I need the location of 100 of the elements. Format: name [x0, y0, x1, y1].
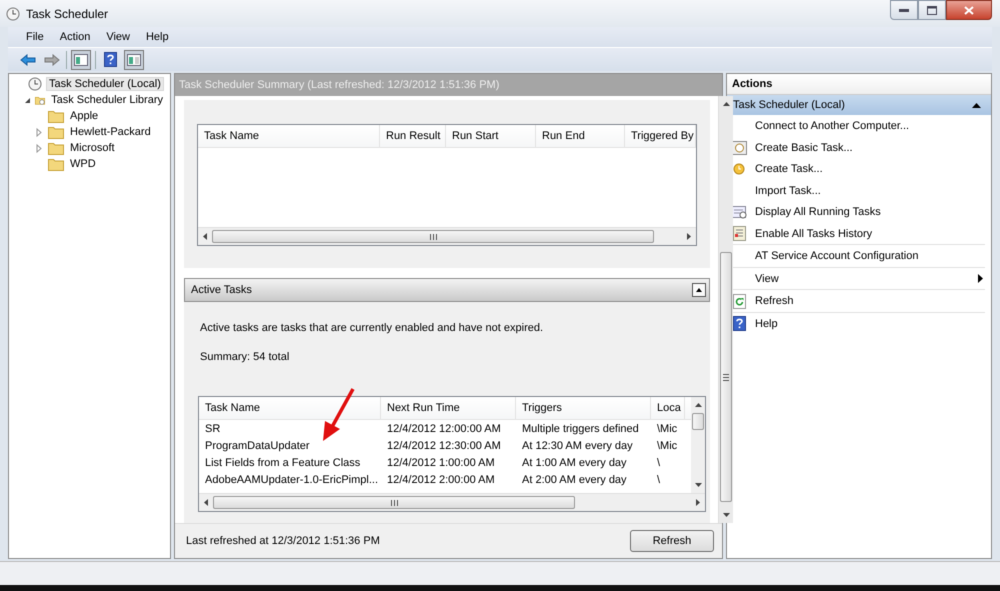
column-header[interactable]: Run Result — [380, 125, 446, 148]
table-cell-text: 12/4/2012 2:00:00 AM — [386, 474, 496, 486]
minimize-icon — [899, 8, 909, 12]
table-cell-text: AdobeAAMUpdater-1.0-EricPimpl... — [204, 474, 380, 486]
tree-item[interactable]: Task Scheduler Library — [49, 94, 165, 106]
vertical-scrollbar[interactable] — [691, 397, 705, 494]
history-list-icon — [732, 226, 746, 242]
column-header[interactable]: Next Run Time — [381, 397, 516, 420]
table-cell-text: List Fields from a Feature Class — [204, 456, 362, 469]
actions-pane-link[interactable]: Refresh — [755, 295, 794, 308]
column-header[interactable]: Run Start — [446, 125, 536, 148]
menu-item[interactable]: View — [98, 31, 138, 44]
column-header[interactable]: Loca — [651, 397, 685, 420]
horizontal-scrollbar[interactable] — [198, 227, 696, 246]
collapse-triangle-icon — [696, 288, 702, 292]
clock-icon — [733, 163, 745, 176]
close-icon — [964, 6, 974, 14]
scroll-right-icon[interactable] — [687, 233, 691, 240]
collapsed-triangle-icon[interactable] — [36, 128, 42, 137]
actions-pane-link[interactable]: Import Task... — [755, 184, 821, 197]
grip-icon — [723, 374, 729, 381]
table-cell-text: 12/4/2012 12:00:00 AM — [386, 422, 502, 435]
tree-item[interactable]: WPD — [68, 158, 98, 170]
folder-icon — [48, 110, 64, 123]
actions-section-header[interactable]: Task Scheduler (Local) — [727, 95, 991, 116]
column-header[interactable]: Triggered By — [625, 125, 696, 148]
pane-title: Task Scheduler Summary (Last refreshed: 12/3/2012 1:51:36 PM) — [175, 74, 722, 96]
help-icon — [732, 316, 746, 332]
menu-item[interactable]: Help — [138, 31, 177, 44]
section-title: Active Tasks — [191, 284, 252, 296]
actions-pane-link[interactable]: Connect to Another Computer... — [755, 120, 910, 132]
menu-item[interactable]: Action — [52, 31, 98, 44]
actions-pane-link[interactable]: Create Basic Task... — [755, 142, 853, 154]
scroll-down-icon[interactable] — [694, 483, 702, 488]
clock-window-icon — [732, 140, 746, 155]
tree-item[interactable]: Microsoft — [68, 142, 117, 154]
table-cell-text: At 12:30 AM every day — [521, 440, 634, 452]
window-title: Task Scheduler — [26, 6, 108, 21]
submenu-arrow-icon — [978, 274, 983, 284]
grip-icon — [390, 500, 398, 506]
actions-pane-link[interactable]: Display All Running Tasks — [755, 206, 881, 218]
maximize-icon — [927, 6, 937, 14]
collapsed-triangle-icon[interactable] — [36, 144, 42, 153]
scrollbar-thumb[interactable] — [212, 230, 654, 244]
help-icon — [104, 52, 116, 68]
pane-icon — [127, 54, 141, 66]
scrollbar-thumb[interactable] — [720, 252, 732, 502]
table-cell-text: SR — [204, 422, 222, 435]
folder-icon — [48, 142, 64, 155]
scroll-up-icon[interactable] — [722, 102, 730, 106]
scroll-left-icon[interactable] — [203, 233, 207, 240]
scrollbar-thumb[interactable] — [692, 413, 704, 430]
actions-pane-link[interactable]: Enable All Tasks History — [755, 228, 872, 240]
back-arrow-icon — [20, 54, 36, 66]
toolbar-button[interactable] — [71, 50, 91, 70]
clock-icon — [28, 77, 42, 92]
collapse-triangle-icon[interactable] — [972, 102, 981, 108]
expanded-triangle-icon[interactable] — [24, 96, 31, 104]
summary-text: Summary: 54 total — [199, 350, 290, 364]
description-text: Active tasks are tasks that are currently enabled and have not expired. — [199, 321, 544, 334]
maximize-button[interactable] — [918, 0, 946, 20]
task-list-clock-icon — [732, 206, 746, 219]
grip-icon — [430, 234, 436, 240]
app-clock-icon — [6, 6, 20, 21]
minimize-button[interactable] — [890, 0, 918, 20]
tree-item[interactable]: Task Scheduler (Local) — [46, 77, 164, 92]
table-cell-text: At 1:00 AM every day — [521, 456, 628, 469]
column-header[interactable]: Task Name — [199, 397, 381, 420]
table-cell-text: At 2:00 AM every day — [521, 474, 628, 486]
column-header[interactable]: Triggers — [516, 397, 651, 420]
close-button[interactable] — [946, 0, 992, 20]
actions-pane-link[interactable]: View — [755, 272, 779, 285]
table-cell-text: \Mic — [656, 440, 678, 452]
horizontal-scrollbar[interactable] — [199, 493, 705, 512]
scroll-up-icon[interactable] — [694, 403, 702, 408]
toolbar-button[interactable] — [124, 50, 144, 70]
scroll-down-icon[interactable] — [722, 513, 730, 518]
actions-pane-link[interactable]: Create Task... — [755, 163, 823, 176]
folder-icon — [48, 126, 64, 139]
actions-pane-link[interactable]: AT Service Account Configuration — [755, 250, 918, 262]
column-header[interactable]: Run End — [536, 125, 625, 148]
actions-pane-link[interactable]: Help — [755, 318, 778, 330]
column-header[interactable]: Task Name — [198, 125, 380, 148]
tree-item[interactable]: Hewlett-Packard — [68, 126, 153, 138]
forward-arrow-icon — [44, 54, 60, 66]
scroll-right-icon[interactable] — [696, 499, 700, 506]
table-cell-text: \ — [656, 456, 662, 469]
scroll-left-icon[interactable] — [204, 499, 208, 506]
table-cell-text: ProgramDataUpdater — [204, 440, 311, 452]
refresh-icon — [732, 294, 746, 309]
tree-item[interactable]: Apple — [68, 110, 100, 122]
section-header[interactable]: Active Tasks — [184, 278, 710, 302]
vertical-scrollbar[interactable] — [718, 96, 733, 524]
refresh-button[interactable]: Refresh — [630, 530, 714, 552]
menu-item[interactable]: File — [18, 31, 52, 44]
last-refreshed-text: Last refreshed at 12/3/2012 1:51:36 PM — [186, 535, 380, 548]
table-cell-text: \Mic — [656, 422, 678, 435]
pane-icon — [74, 54, 88, 66]
collapse-button[interactable] — [692, 283, 706, 298]
scrollbar-thumb[interactable] — [213, 496, 575, 510]
